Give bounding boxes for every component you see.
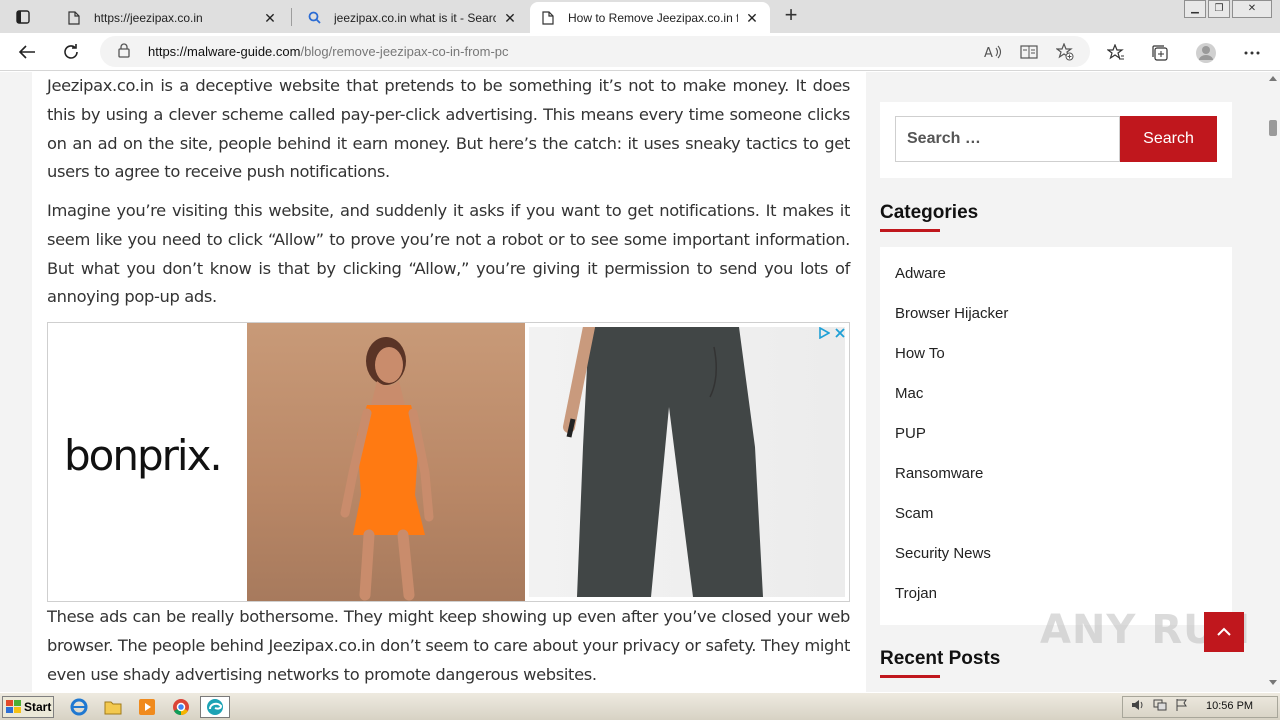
category-link-browser-hijacker[interactable]: Browser Hijacker <box>895 305 1008 322</box>
recent-posts-heading: Recent Posts <box>880 648 1001 669</box>
tab-title: https://jeezipax.co.in <box>94 10 203 25</box>
tab-search[interactable]: jeezipax.co.in what is it - Search ✕ <box>296 2 528 33</box>
tab-title: How to Remove Jeezipax.co.in f <box>568 10 738 25</box>
search-button[interactable]: Search <box>1120 116 1217 162</box>
tab-actions-icon <box>16 10 30 24</box>
lock-icon <box>118 43 130 63</box>
edge-icon[interactable] <box>200 696 230 718</box>
back-arrow-icon <box>18 45 35 59</box>
system-tray <box>1122 696 1278 718</box>
search-widget: Search <box>880 102 1232 178</box>
heading-underline <box>880 229 940 232</box>
ad-choices-icon[interactable] <box>818 327 830 339</box>
start-label: Start <box>24 700 52 714</box>
category-link-trojan[interactable]: Trojan <box>895 585 937 602</box>
close-icon[interactable]: ✕ <box>262 10 278 26</box>
reader-view-icon[interactable] <box>1018 41 1040 63</box>
windows-logo-icon <box>6 700 21 713</box>
tab-bar: https://jeezipax.co.in ✕ jeezipax.co.in … <box>0 0 1280 33</box>
more-menu-icon[interactable] <box>1240 41 1264 65</box>
collections-icon[interactable] <box>1148 41 1172 65</box>
page-scrollbar[interactable] <box>1266 72 1280 692</box>
category-link-how-to[interactable]: How To <box>895 345 945 362</box>
profile-avatar[interactable] <box>1194 41 1218 65</box>
heading-underline <box>880 675 940 678</box>
file-explorer-icon[interactable] <box>100 696 126 718</box>
tab-title: jeezipax.co.in what is it - Search <box>334 10 496 25</box>
ad-close-icon[interactable] <box>834 327 846 339</box>
taskbar: Start 10:56 PM <box>0 692 1280 720</box>
refresh-button[interactable] <box>56 37 86 67</box>
category-link-scam[interactable]: Scam <box>895 505 933 522</box>
ad-choices[interactable] <box>818 325 848 341</box>
taskbar-clock[interactable]: 10:56 PM <box>1206 700 1253 712</box>
category-link-adware[interactable]: Adware <box>895 265 946 282</box>
category-link-ransomware[interactable]: Ransomware <box>895 465 983 482</box>
scroll-to-top-button[interactable] <box>1204 612 1244 652</box>
scroll-down-arrow-icon[interactable] <box>1269 680 1277 686</box>
media-player-icon[interactable] <box>134 696 160 718</box>
tab-actions-button[interactable] <box>8 6 38 28</box>
svg-text:A: A <box>984 46 993 60</box>
favorites-icon[interactable] <box>1104 41 1128 65</box>
back-button[interactable] <box>12 37 42 67</box>
categories-heading: Categories <box>880 202 979 223</box>
category-link-mac[interactable]: Mac <box>895 385 923 402</box>
internet-explorer-icon[interactable] <box>66 696 92 718</box>
address-bar-row: https://malware-guide.com/blog/remove-je… <box>0 33 1280 71</box>
new-tab-button[interactable]: + <box>778 4 804 28</box>
ad-brand-logo: bonprix. <box>64 431 223 480</box>
chevron-up-icon <box>1217 627 1231 636</box>
tab-jeezipax[interactable]: https://jeezipax.co.in ✕ <box>56 2 288 33</box>
tab-active-article[interactable]: How to Remove Jeezipax.co.in f ✕ <box>530 2 770 33</box>
chrome-icon[interactable] <box>168 696 194 718</box>
start-button[interactable]: Start <box>2 696 54 718</box>
scroll-up-arrow-icon[interactable] <box>1269 75 1277 81</box>
volume-icon[interactable] <box>1131 698 1145 717</box>
read-aloud-icon[interactable]: A <box>982 41 1004 63</box>
page-icon <box>66 10 82 26</box>
page-icon <box>540 10 556 26</box>
article-content: Jeezipax.co.in is a deceptive website th… <box>32 72 866 692</box>
web-page: Jeezipax.co.in is a deceptive website th… <box>0 72 1266 692</box>
advertisement[interactable]: bonprix. <box>47 322 850 602</box>
url-bar[interactable]: https://malware-guide.com/blog/remove-je… <box>100 36 1090 67</box>
scroll-thumb[interactable] <box>1269 120 1277 136</box>
screen: https://jeezipax.co.in ✕ jeezipax.co.in … <box>0 0 1280 720</box>
close-icon[interactable]: ✕ <box>502 10 518 26</box>
category-link-pup[interactable]: PUP <box>895 425 926 442</box>
maximize-button[interactable]: ❐ <box>1208 0 1230 18</box>
category-link-security-news[interactable]: Security News <box>895 545 991 562</box>
search-input[interactable] <box>895 116 1120 162</box>
refresh-icon <box>64 44 78 59</box>
url-text[interactable]: https://malware-guide.com/blog/remove-je… <box>148 44 509 59</box>
article-paragraph: Imagine you’re visiting this website, an… <box>47 201 850 307</box>
close-icon[interactable]: ✕ <box>744 10 760 26</box>
ad-image-orange-dress[interactable] <box>247 323 525 601</box>
search-icon <box>306 10 322 26</box>
add-favorite-icon[interactable] <box>1054 41 1076 63</box>
tab-separator <box>291 8 292 26</box>
article-paragraph: Jeezipax.co.in is a deceptive website th… <box>47 76 850 182</box>
ad-image-grey-trousers[interactable] <box>529 327 845 597</box>
article-paragraph: These ads can be really bothersome. They… <box>47 607 850 684</box>
window-close-button[interactable]: ✕ <box>1232 0 1272 18</box>
sidebar: Search Categories Adware Browser Hijacke… <box>880 72 1232 692</box>
url-path: /blog/remove-jeezipax-co-in-from-pc <box>300 44 509 59</box>
url-host: https://malware-guide.com <box>148 44 301 59</box>
action-center-flag-icon[interactable] <box>1175 698 1189 717</box>
categories-list: Adware Browser Hijacker How To Mac PUP R… <box>880 247 1232 625</box>
minimize-button[interactable]: ▁ <box>1184 0 1206 18</box>
network-icon[interactable] <box>1153 698 1167 717</box>
